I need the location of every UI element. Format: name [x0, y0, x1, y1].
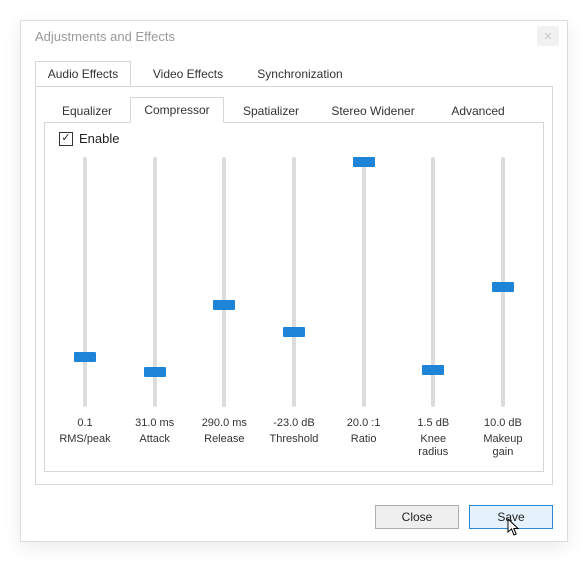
slider-attack-value: 31.0 ms: [135, 417, 174, 429]
compressor-panel: ✓ Enable 0.1 RMS/peak: [44, 123, 544, 472]
slider-release-thumb[interactable]: [213, 300, 235, 310]
enable-checkbox[interactable]: ✓: [59, 132, 73, 146]
slider-ratio-label: Ratio: [351, 433, 377, 446]
footer-buttons: Close Save: [375, 505, 553, 529]
close-button[interactable]: Close: [375, 505, 459, 529]
slider-attack-label: Attack: [139, 433, 170, 446]
enable-label: Enable: [79, 131, 119, 146]
slider-ratio-track[interactable]: [334, 157, 394, 407]
slider-knee-value: 1.5 dB: [417, 417, 449, 429]
dialog-window: Adjustments and Effects ✕ Audio Effects …: [20, 20, 568, 542]
slider-ratio: 20.0 :1 Ratio: [334, 157, 394, 461]
slider-makeup-value: 10.0 dB: [484, 417, 522, 429]
slider-makeup: 10.0 dB Makeup gain: [473, 157, 533, 461]
slider-makeup-label: Makeup gain: [483, 433, 522, 459]
slider-threshold-track[interactable]: [264, 157, 324, 407]
main-tabstrip: Audio Effects Video Effects Synchronizat…: [35, 61, 553, 87]
slider-attack: 31.0 ms Attack: [125, 157, 185, 461]
subtab-stereo-widener[interactable]: Stereo Widener: [318, 99, 428, 122]
slider-makeup-thumb[interactable]: [492, 282, 514, 292]
subtab-equalizer[interactable]: Equalizer: [48, 99, 126, 122]
window-title: Adjustments and Effects: [35, 29, 175, 44]
slider-threshold: -23.0 dB Threshold: [264, 157, 324, 461]
tab-video-effects[interactable]: Video Effects: [143, 61, 233, 86]
close-icon[interactable]: ✕: [537, 26, 559, 46]
enable-row: ✓ Enable: [59, 131, 533, 146]
slider-attack-track[interactable]: [125, 157, 185, 407]
slider-release-track[interactable]: [194, 157, 254, 407]
subtab-advanced[interactable]: Advanced: [432, 99, 524, 122]
slider-rmspeak-value: 0.1: [77, 417, 92, 429]
slider-threshold-label: Threshold: [270, 433, 319, 446]
slider-rmspeak-label: RMS/peak: [59, 433, 110, 446]
audio-subtabs: Equalizer Compressor Spatializer Stereo …: [44, 97, 544, 123]
subtab-compressor[interactable]: Compressor: [130, 97, 224, 123]
slider-release-label: Release: [204, 433, 244, 446]
slider-rmspeak: 0.1 RMS/peak: [55, 157, 115, 461]
sliders-area: 0.1 RMS/peak 31.0 ms Attack: [55, 157, 533, 461]
slider-knee-thumb[interactable]: [422, 365, 444, 375]
slider-knee-track[interactable]: [403, 157, 463, 407]
slider-attack-thumb[interactable]: [144, 367, 166, 377]
tab-synchronization[interactable]: Synchronization: [245, 61, 355, 86]
save-button[interactable]: Save: [469, 505, 553, 529]
slider-threshold-thumb[interactable]: [283, 327, 305, 337]
tab-audio-effects[interactable]: Audio Effects: [35, 61, 131, 86]
slider-rmspeak-track[interactable]: [55, 157, 115, 407]
subtab-spatializer[interactable]: Spatializer: [228, 99, 314, 122]
tab-content: Equalizer Compressor Spatializer Stereo …: [35, 87, 553, 485]
slider-rmspeak-thumb[interactable]: [74, 352, 96, 362]
slider-threshold-value: -23.0 dB: [273, 417, 315, 429]
slider-makeup-track[interactable]: [473, 157, 533, 407]
titlebar: Adjustments and Effects ✕: [21, 21, 567, 51]
slider-release-value: 290.0 ms: [202, 417, 247, 429]
slider-release: 290.0 ms Release: [194, 157, 254, 461]
slider-knee: 1.5 dB Knee radius: [403, 157, 463, 461]
slider-ratio-value: 20.0 :1: [347, 417, 381, 429]
slider-knee-label: Knee radius: [418, 433, 448, 459]
slider-ratio-thumb[interactable]: [353, 157, 375, 167]
